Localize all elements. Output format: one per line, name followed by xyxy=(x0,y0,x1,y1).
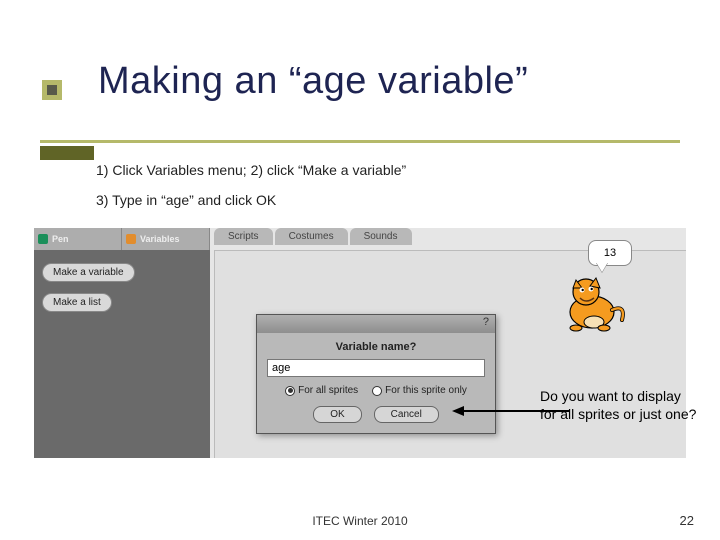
tab-sounds[interactable]: Sounds xyxy=(350,228,412,245)
variable-name-input[interactable] xyxy=(267,359,485,377)
annotation-callout: Do you want to display for all sprites o… xyxy=(540,388,700,423)
steps-list: 1) Click Variables menu; 2) click “Make … xyxy=(96,162,406,222)
tab-scripts[interactable]: Scripts xyxy=(214,228,273,245)
title-underline-minor xyxy=(40,146,94,160)
ok-button[interactable]: OK xyxy=(313,406,361,423)
palette-cat-pen[interactable]: Pen xyxy=(34,228,122,250)
scope-radio-group: For all sprites For this sprite only xyxy=(267,385,485,396)
scratch-screenshot: Pen Variables Make a variable Make a lis… xyxy=(34,228,686,458)
title-underline-major xyxy=(40,140,680,143)
footer-center: ITEC Winter 2010 xyxy=(0,514,720,528)
slide-title-block: Making an “age variable” xyxy=(38,60,528,103)
variables-label: Variables xyxy=(140,234,180,244)
dialog-titlebar: ? xyxy=(257,315,495,333)
speech-bubble: 13 xyxy=(588,240,632,266)
page-number: 22 xyxy=(680,513,694,528)
tab-costumes[interactable]: Costumes xyxy=(275,228,348,245)
palette-body: Make a variable Make a list xyxy=(34,250,210,458)
step-3: 3) Type in “age” and click OK xyxy=(96,192,406,208)
radio-this-label: For this sprite only xyxy=(385,385,467,396)
speech-bubble-tail xyxy=(596,262,608,272)
slide-title: Making an “age variable” xyxy=(98,60,528,103)
variables-color-icon xyxy=(126,234,136,244)
make-variable-button[interactable]: Make a variable xyxy=(42,263,135,282)
radio-for-all-sprites[interactable]: For all sprites xyxy=(285,385,358,396)
pen-label: Pen xyxy=(52,234,69,244)
editor-tabs: Scripts Costumes Sounds xyxy=(214,228,412,245)
variable-name-dialog: ? Variable name? For all sprites For thi… xyxy=(256,314,496,434)
make-list-button[interactable]: Make a list xyxy=(42,293,112,312)
speech-value: 13 xyxy=(604,247,616,259)
palette-category-row: Pen Variables xyxy=(34,228,210,250)
radio-for-this-sprite[interactable]: For this sprite only xyxy=(372,385,467,396)
dialog-body: Variable name? For all sprites For this … xyxy=(257,333,495,433)
radio-icon xyxy=(285,386,295,396)
palette-cat-variables[interactable]: Variables xyxy=(122,228,210,250)
help-icon[interactable]: ? xyxy=(483,316,489,328)
step-1: 1) Click Variables menu; 2) click “Make … xyxy=(96,162,406,178)
pen-color-icon xyxy=(38,234,48,244)
cancel-button[interactable]: Cancel xyxy=(374,406,439,423)
radio-all-label: For all sprites xyxy=(298,385,358,396)
dialog-label: Variable name? xyxy=(267,341,485,353)
radio-icon xyxy=(372,386,382,396)
scratch-cat-icon xyxy=(558,272,628,336)
